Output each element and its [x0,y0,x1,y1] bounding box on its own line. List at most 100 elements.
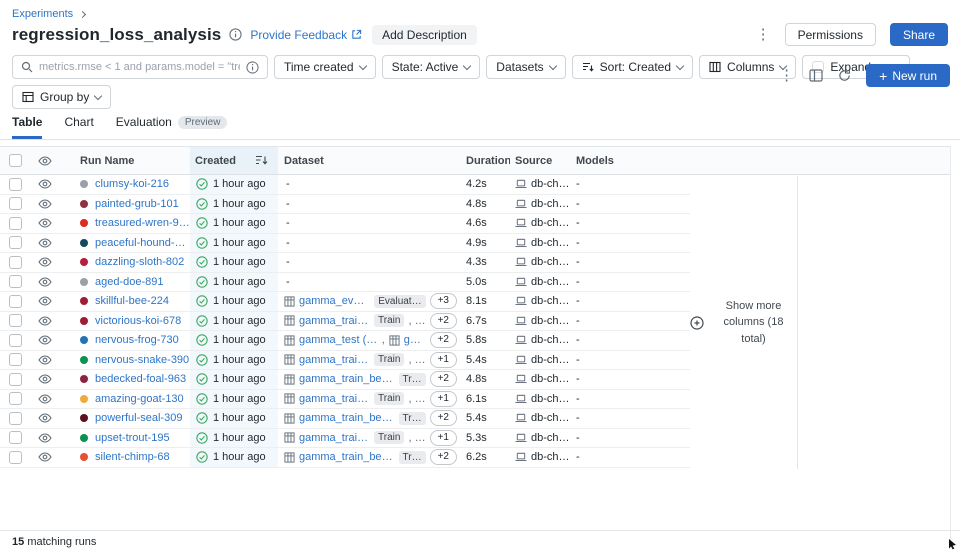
run-name-link[interactable]: powerful-seal-309 [95,412,182,424]
table-row[interactable]: painted-grub-1011 hour ago-4.8sdb-chen…- [0,195,690,215]
row-checkbox[interactable] [9,256,22,269]
table-row[interactable]: nervous-snake-3901 hour agogamma_train (… [0,351,690,371]
eye-icon[interactable] [38,433,52,443]
run-name-link[interactable]: clumsy-koi-216 [95,178,169,190]
run-name-link[interactable]: nervous-frog-730 [95,334,179,346]
dataset-link[interactable]: gamma_eval (80038a42) [299,295,370,307]
header-run-name[interactable]: Run Name [60,147,190,174]
table-row[interactable]: treasured-wren-9321 hour ago-4.6sdb-chen… [0,214,690,234]
table-row[interactable]: silent-chimp-681 hour agogamma_train_bet… [0,448,690,468]
dataset-link[interactable]: gamma_train (b06b137d) [299,393,370,405]
dataset-more-count[interactable]: +1 [430,352,457,368]
run-name-link[interactable]: treasured-wren-932 [95,217,190,229]
datasets-filter[interactable]: Datasets [486,55,565,79]
row-checkbox[interactable] [9,197,22,210]
dataset-link[interactable]: gam… [404,334,426,346]
dataset-link[interactable]: gamma_train (b06b137d) [299,315,370,327]
row-checkbox[interactable] [9,295,22,308]
new-run-button[interactable]: + New run [866,64,950,87]
eye-icon[interactable] [38,218,52,228]
dataset-link[interactable]: gamma_train (b06b137d) [299,432,370,444]
eye-icon[interactable] [38,277,52,287]
table-row[interactable]: clumsy-koi-2161 hour ago-4.2sdb-chen…- [0,175,690,195]
tab-evaluation[interactable]: Evaluation Preview [116,115,228,139]
dataset-more-count[interactable]: +1 [430,430,457,446]
provide-feedback-link[interactable]: Provide Feedback [250,28,347,42]
eye-icon[interactable] [38,413,52,423]
run-name-link[interactable]: aged-doe-891 [95,276,164,288]
time-created-filter[interactable]: Time created [274,55,376,79]
show-more-columns-label[interactable]: Show more columns (18 total) [710,298,797,348]
dataset-more-count[interactable]: +2 [430,313,457,329]
dataset-more-count[interactable]: +3 [430,293,457,309]
show-more-columns[interactable]: Show more columns (18 total) [690,176,798,469]
share-button[interactable]: Share [890,23,948,46]
overflow-menu-icon[interactable]: ⋮ [756,27,771,42]
table-row[interactable]: dazzling-sloth-8021 hour ago-4.3sdb-chen… [0,253,690,273]
table-row[interactable]: aged-doe-8911 hour ago-5.0sdb-chen…- [0,273,690,293]
row-checkbox[interactable] [9,217,22,230]
header-models[interactable]: Models [570,147,690,174]
eye-icon[interactable] [38,316,52,326]
eye-icon[interactable] [38,257,52,267]
header-duration[interactable]: Duration [460,147,510,174]
row-checkbox[interactable] [9,431,22,444]
run-name-link[interactable]: amazing-goat-130 [95,393,184,405]
breadcrumb-experiments-link[interactable]: Experiments [12,8,73,20]
row-checkbox[interactable] [9,353,22,366]
row-checkbox[interactable] [9,373,22,386]
info-icon[interactable] [229,28,242,41]
dataset-more-count[interactable]: +2 [430,449,457,465]
table-row[interactable]: amazing-goat-1301 hour agogamma_train (b… [0,390,690,410]
row-checkbox[interactable] [9,451,22,464]
header-source[interactable]: Source [510,147,570,174]
run-name-link[interactable]: silent-chimp-68 [95,451,170,463]
run-name-link[interactable]: nervous-snake-390 [95,354,189,366]
run-name-link[interactable]: victorious-koi-678 [95,315,181,327]
header-created[interactable]: Created [190,147,278,174]
sort-dropdown[interactable]: Sort: Created [572,55,693,79]
search-box[interactable] [12,55,268,79]
header-dataset[interactable]: Dataset [278,147,460,174]
run-name-link[interactable]: painted-grub-101 [95,198,179,210]
table-row[interactable]: victorious-koi-6781 hour agogamma_train … [0,312,690,332]
eye-icon[interactable] [38,238,52,248]
tab-chart[interactable]: Chart [64,115,93,139]
eye-icon[interactable] [38,335,52,345]
permissions-button[interactable]: Permissions [785,23,876,46]
row-checkbox[interactable] [9,314,22,327]
dataset-link[interactable]: gamma_train_beta (d5ef20ed) [299,412,395,424]
eye-icon[interactable] [38,179,52,189]
row-checkbox[interactable] [9,392,22,405]
eye-icon[interactable] [38,374,52,384]
run-name-link[interactable]: upset-trout-195 [95,432,170,444]
run-name-link[interactable]: bedecked-foal-963 [95,373,186,385]
eye-icon[interactable] [38,156,52,166]
search-input[interactable] [39,61,240,73]
table-row[interactable]: bedecked-foal-9631 hour agogamma_train_b… [0,370,690,390]
row-checkbox[interactable] [9,178,22,191]
select-all-checkbox[interactable] [9,154,22,167]
table-row[interactable]: nervous-frog-7301 hour agogamma_test (a0… [0,331,690,351]
table-row[interactable]: skillful-bee-2241 hour agogamma_eval (80… [0,292,690,312]
table-row[interactable]: peaceful-hound-9441 hour ago-4.9sdb-chen… [0,234,690,254]
group-by-dropdown[interactable]: Group by [12,85,111,109]
dataset-link[interactable]: gamma_train (b06b137d) [299,354,370,366]
refresh-icon[interactable] [838,69,851,82]
state-filter[interactable]: State: Active [382,55,481,79]
eye-icon[interactable] [38,199,52,209]
eye-icon[interactable] [38,296,52,306]
run-name-link[interactable]: peaceful-hound-944 [95,237,190,249]
eye-icon[interactable] [38,452,52,462]
dataset-link[interactable]: gamma_train_beta (d5ef20ed) [299,451,395,463]
eye-icon[interactable] [38,355,52,365]
dataset-link[interactable]: gamma_train_beta (d5ef20ed) [299,373,395,385]
row-checkbox[interactable] [9,334,22,347]
row-checkbox[interactable] [9,412,22,425]
side-panel-icon[interactable] [809,69,823,82]
dataset-more-count[interactable]: +2 [430,410,457,426]
table-row[interactable]: powerful-seal-3091 hour agogamma_train_b… [0,409,690,429]
add-description-button[interactable]: Add Description [372,25,477,45]
dataset-more-count[interactable]: +2 [430,332,457,348]
search-info-icon[interactable] [246,61,259,74]
